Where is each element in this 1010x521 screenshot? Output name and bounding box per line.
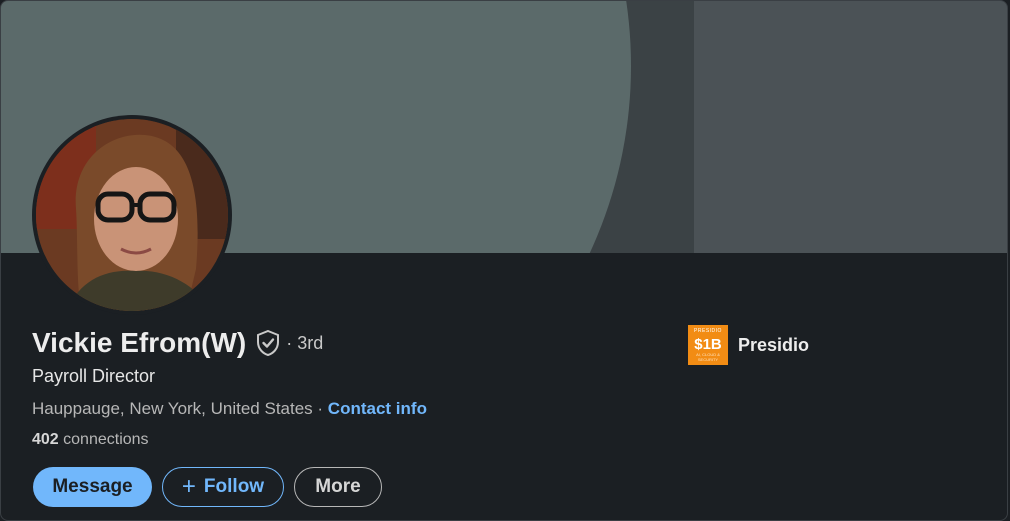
current-company[interactable]: PRESIDIO $1B AI, CLOUD & SECURITY Presid… [688, 325, 809, 365]
connection-degree: · 3rd [286, 332, 324, 353]
company-name: Presidio [738, 334, 810, 355]
connections-label: connections [58, 431, 149, 448]
company-logo-top: PRESIDIO [694, 328, 722, 334]
profile-headline: Payroll Director [32, 366, 156, 386]
connections-number: 402 [32, 431, 59, 448]
profile-card: Vickie Efrom(W) · 3rd Payroll Director H… [0, 0, 1008, 521]
profile-name: Vickie Efrom(W) [32, 327, 247, 358]
shield-check-icon[interactable] [256, 329, 280, 357]
follow-label: Follow [203, 476, 265, 497]
company-logo-bottom: AI, CLOUD & SECURITY [696, 352, 720, 362]
avatar-portrait-illustration [36, 119, 228, 311]
company-logo: PRESIDIO $1B AI, CLOUD & SECURITY [688, 325, 728, 365]
follow-button[interactable]: + Follow [162, 467, 284, 507]
banner-band-right [694, 1, 1007, 253]
more-button[interactable]: More [294, 467, 382, 507]
name-row: Vickie Efrom(W) · 3rd [32, 327, 323, 359]
message-button[interactable]: Message [33, 467, 152, 507]
profile-location: Hauppauge, New York, United States [32, 399, 313, 418]
avatar-photo [36, 119, 228, 311]
company-logo-big: $1B [694, 336, 722, 353]
location-separator: · [312, 399, 328, 418]
plus-icon: + [181, 473, 196, 500]
contact-info-link[interactable]: Contact info [328, 399, 427, 418]
connections-count[interactable]: 402 connections [32, 431, 149, 449]
avatar[interactable] [32, 115, 232, 315]
location-row: Hauppauge, New York, United States · Con… [32, 399, 427, 419]
